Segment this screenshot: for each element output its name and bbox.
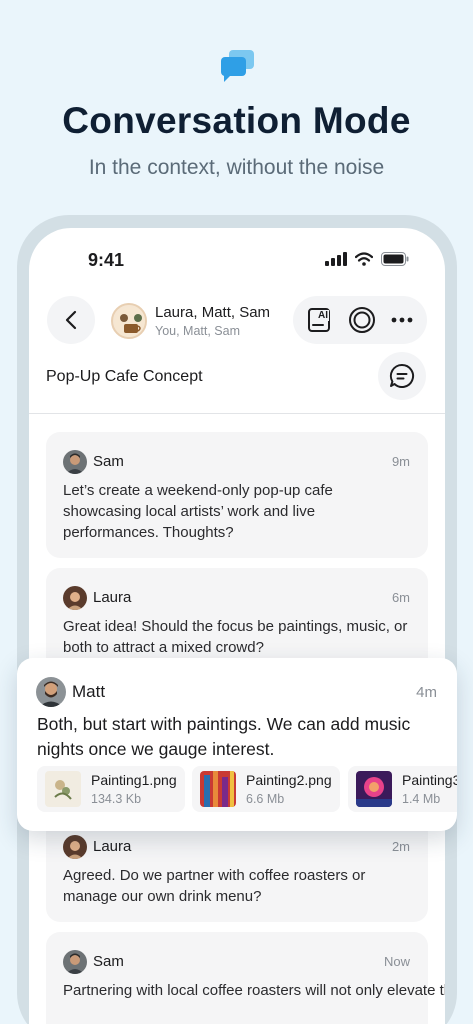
avatar [63,586,87,610]
comment-button[interactable] [378,352,426,400]
group-members: You, Matt, Sam [155,324,240,338]
message-author: Matt [72,682,106,701]
message-time: 2m [391,839,410,854]
message-time: 9m [391,454,410,469]
wifi-icon [355,252,373,266]
featured-message-card[interactable]: Matt 4m Both, but start with paintings. … [17,658,457,831]
message-time: 6m [391,590,410,605]
image-thumbnail [356,771,392,807]
message-card[interactable]: Sam 9m Let’s create a weekend-only pop-u… [46,432,428,558]
message-author: Sam [93,453,124,470]
attachment-size: 134.3 Kb [91,792,142,806]
attachment-size: 1.4 Mb [402,792,441,806]
back-chevron-icon [65,310,77,330]
status-time: 9:41 [88,250,125,270]
topic-title: Pop-Up Cafe Concept [46,368,203,385]
header-actions: AI [293,296,427,344]
message-card[interactable]: Laura 2m Agreed. Do we partner with coff… [46,817,428,922]
message-card[interactable]: Sam Now Partnering with local coffee roa… [46,932,445,1024]
ai-summary-button[interactable]: AI [306,306,334,334]
avatar [63,450,87,474]
message-text: Let’s create a weekend-only pop-up cafe … [63,482,333,541]
image-thumbnail [200,771,236,807]
divider [29,413,445,414]
record-icon[interactable] [348,306,376,334]
avatar [63,835,87,859]
attachment-item[interactable]: Painting3.png 1.4 Mb [348,766,457,812]
message-text: Agreed. Do we partner with coffee roaste… [63,867,366,905]
attachment-name: Painting2.png [246,772,332,788]
chat-bubbles-icon [221,50,254,82]
coffee-logo-icon [115,307,145,337]
ai-badge-label: AI [317,310,329,321]
avatar [36,677,66,707]
message-text: Both, but start with paintings. We can a… [37,714,411,759]
back-button[interactable] [47,296,95,344]
message-text: Partnering with local coffee roasters wi… [63,982,445,999]
message-author: Sam [93,953,124,970]
attachment-item[interactable]: Painting2.png 6.6 Mb [192,766,340,812]
comment-icon [389,363,414,388]
battery-icon [381,252,409,266]
attachment-size: 6.6 Mb [246,792,285,806]
signal-icon [325,252,347,266]
hero-subtitle: In the context, without the noise [88,156,385,179]
more-icon[interactable] [390,308,414,332]
attachment-item[interactable]: Painting1.png 134.3 Kb [37,766,185,812]
group-name[interactable]: Laura, Matt, Sam [155,304,270,321]
phone-screen: 9:41 Laura, Matt, Sam You, Matt, Sam AI … [29,228,445,1024]
chat-header: Laura, Matt, Sam You, Matt, Sam AI [29,296,445,346]
avatar [63,950,87,974]
message-time: Now [383,954,410,969]
message-time: 4m [416,684,437,701]
message-author: Laura [93,589,132,606]
attachment-name: Painting1.png [91,772,177,788]
message-text: Great idea! Should the focus be painting… [63,618,408,656]
status-icons [325,252,409,266]
hero-title: Conversation Mode [62,100,411,141]
group-avatar[interactable] [111,303,147,339]
image-thumbnail [45,771,81,807]
attachment-name: Painting3.png [402,772,457,788]
message-author: Laura [93,838,132,855]
